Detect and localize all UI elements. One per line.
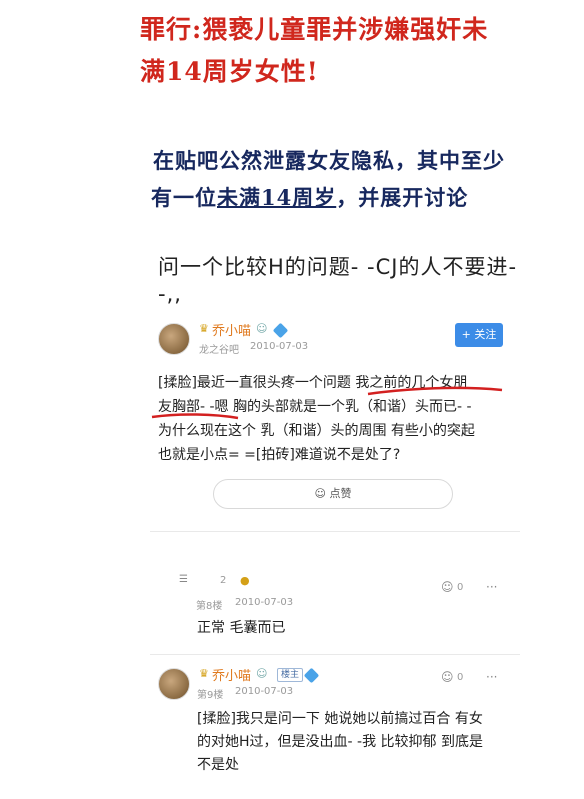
op-badge: 楼主	[277, 668, 304, 682]
subheadline-part-a: 有一位	[151, 185, 217, 210]
emoji-icon: ☺	[256, 322, 268, 335]
reply2-body-line3: 不是处	[197, 757, 239, 773]
reply2-more-icon[interactable]: ···	[486, 670, 497, 684]
reply2-author[interactable]: 乔小喵	[212, 665, 251, 684]
like-label: 点赞	[329, 487, 352, 500]
reply1-more-icon[interactable]: ···	[486, 580, 497, 594]
level-gem-icon	[272, 322, 289, 339]
follow-button[interactable]: + 关注	[455, 323, 503, 347]
reply1-floor: 第8楼	[196, 601, 223, 612]
forum-name[interactable]: 龙之谷吧	[199, 341, 239, 356]
reply1-like-icon[interactable]: ☺	[441, 580, 454, 594]
reply1-level: 2	[220, 575, 227, 586]
reply1-like-count: 0	[457, 582, 464, 593]
reply1-medal-icon: ●	[240, 574, 250, 587]
reply2-like-count: 0	[457, 672, 464, 683]
headline-line2: 满14周岁女性!	[140, 57, 319, 86]
annotation-underline	[151, 386, 503, 420]
author-name[interactable]: 乔小喵	[212, 320, 251, 339]
author-avatar[interactable]	[158, 323, 190, 355]
post-date: 2010-07-03	[250, 341, 309, 352]
reply2-body-line2: 的对她H过，但是没出血- -我 比较抑郁 到底是	[197, 734, 483, 750]
divider	[150, 531, 520, 532]
headline-line1: 罪行:猥亵儿童罪并涉嫌强奸未	[140, 15, 489, 44]
post-body-line4: 也就是小点= =[拍砖]难道说不是处了?	[158, 447, 401, 463]
reply2-like-icon[interactable]: ☺	[441, 670, 454, 684]
reply2-gem-icon	[303, 667, 320, 684]
reply1-text: 正常 毛囊而已	[197, 620, 286, 636]
crown-icon: ♛	[199, 322, 209, 335]
subheadline-line1: 在贴吧公然泄露女友隐私，其中至少	[153, 148, 505, 173]
like-button[interactable]: ☺ 点赞	[213, 479, 453, 509]
subheadline-underlined: 未满14周岁	[217, 185, 337, 210]
anon-icon: ☰	[179, 574, 188, 585]
reply2-date: 2010-07-03	[235, 686, 294, 697]
reply1-date: 2010-07-03	[235, 597, 294, 608]
subheadline-part-c: ，并展开讨论	[336, 185, 469, 210]
post-title-line2: -,,	[158, 282, 182, 306]
reply2-floor: 第9楼	[197, 690, 224, 701]
reply2-avatar[interactable]	[158, 668, 190, 700]
divider	[150, 654, 520, 655]
subheadline-line2: 有一位未满14周岁，并展开讨论	[151, 182, 468, 212]
reply2-emoji-icon: ☺	[256, 667, 268, 680]
post-title-line1: 问一个比较H的问题- -CJ的人不要进-	[158, 255, 518, 279]
reply2-body-line1: [揉脸]我只是问一下 她说她以前搞过百合 有女	[197, 711, 483, 727]
reply2-crown-icon: ♛	[199, 667, 209, 680]
like-icon: ☺	[314, 487, 326, 500]
